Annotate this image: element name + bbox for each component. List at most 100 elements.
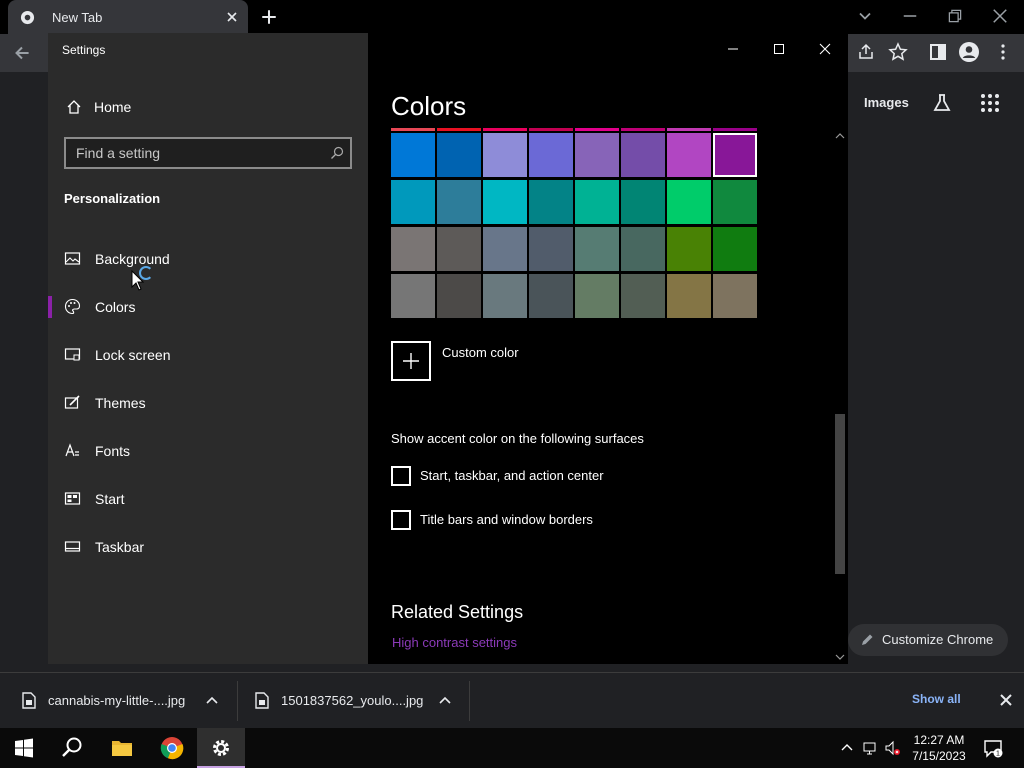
home-nav-item[interactable]: Home [64,95,354,119]
nav-item-colors[interactable]: Colors [48,286,368,326]
accent-color-swatch[interactable] [437,274,481,318]
accent-color-swatch[interactable] [713,133,757,177]
home-icon [67,100,81,114]
notification-count: 1 [996,751,1000,758]
chevron-up-icon[interactable] [438,694,452,708]
chrome-taskbar-button[interactable] [148,728,196,768]
taskbar-clock[interactable]: 12:27 AM 7/15/2023 [908,732,970,764]
accent-color-swatch[interactable] [391,133,435,177]
show-all-button[interactable]: Show all [912,692,961,706]
settings-window: Settings Home Personalization Background… [48,33,848,664]
search-icon[interactable] [330,146,344,160]
settings-minimize-icon[interactable] [725,41,741,57]
scroll-thumb[interactable] [835,414,845,574]
search-input[interactable] [66,139,326,167]
bookmark-star-icon[interactable] [888,42,908,62]
accent-color-swatch[interactable] [713,180,757,224]
accent-color-swatch[interactable] [391,180,435,224]
menu-kebab-icon[interactable] [993,42,1013,62]
start-taskbar-checkbox-label[interactable]: Start, taskbar, and action center [420,468,604,483]
share-icon[interactable] [856,42,876,62]
accent-color-swatch[interactable] [575,133,619,177]
close-window-icon[interactable] [990,6,1010,26]
chevron-up-icon[interactable] [205,694,219,708]
accent-color-swatch[interactable] [529,274,573,318]
accent-color-swatch[interactable] [437,180,481,224]
accent-color-swatch[interactable] [667,227,711,271]
settings-search-box[interactable] [64,137,352,169]
accent-color-swatch[interactable] [391,274,435,318]
custom-color-label[interactable]: Custom color [442,345,519,360]
nav-item-taskbar[interactable]: Taskbar [48,526,368,566]
accent-color-swatch[interactable] [483,274,527,318]
section-title: Personalization [64,191,161,206]
profile-avatar-icon[interactable] [958,41,980,63]
download-item[interactable]: cannabis-my-little-....jpg [22,673,232,729]
side-panel-icon[interactable] [928,42,948,62]
accent-color-swatch[interactable] [437,133,481,177]
accent-color-swatch[interactable] [483,180,527,224]
new-tab-icon[interactable] [260,8,278,26]
show-hidden-icons-icon[interactable] [839,740,855,756]
accent-color-swatch-partial [575,128,619,131]
download-item[interactable]: 1501837562_youlo....jpg [255,673,465,729]
title-bars-checkbox[interactable] [391,510,411,530]
settings-close-icon[interactable] [817,41,833,57]
accent-color-swatch[interactable] [667,133,711,177]
tab-search-icon[interactable] [855,6,875,26]
start-button[interactable] [0,728,48,768]
accent-color-swatch[interactable] [621,227,665,271]
close-download-shelf-icon[interactable] [998,692,1014,708]
accent-color-swatch[interactable] [667,274,711,318]
accent-color-swatch[interactable] [667,180,711,224]
minimize-icon[interactable] [900,6,920,26]
accent-color-swatch[interactable] [621,274,665,318]
action-center-icon[interactable]: 1 [983,738,1003,758]
images-link[interactable]: Images [864,95,909,110]
tab-new-tab[interactable]: New Tab [8,0,248,34]
accent-color-swatch[interactable] [437,227,481,271]
accent-color-swatch[interactable] [713,274,757,318]
scroll-down-icon[interactable] [835,652,845,662]
close-tab-icon[interactable] [224,9,240,25]
nav-item-themes[interactable]: Themes [48,382,368,422]
accent-color-swatch[interactable] [575,180,619,224]
accent-color-swatch[interactable] [713,227,757,271]
settings-taskbar-button[interactable] [197,728,245,768]
scrollbar[interactable] [833,129,847,664]
accent-color-swatch[interactable] [529,227,573,271]
settings-maximize-icon[interactable] [771,41,787,57]
chrome-tab-strip: New Tab [0,0,1024,34]
customize-chrome-label: Customize Chrome [882,632,994,647]
nav-item-background[interactable]: Background [48,238,368,278]
scroll-up-icon[interactable] [835,131,845,141]
title-bars-checkbox-label[interactable]: Title bars and window borders [420,512,593,527]
accent-color-swatch[interactable] [575,227,619,271]
volume-muted-icon[interactable] [884,740,900,756]
windows-taskbar: 12:27 AM 7/15/2023 1 [0,728,1024,768]
customize-chrome-button[interactable]: Customize Chrome [848,624,1008,656]
custom-color-button[interactable] [391,341,431,381]
accent-color-swatch[interactable] [575,274,619,318]
accent-color-swatch[interactable] [529,133,573,177]
high-contrast-link[interactable]: High contrast settings [392,635,517,650]
search-button[interactable] [48,728,96,768]
accent-color-swatch[interactable] [621,133,665,177]
network-icon[interactable] [862,740,878,756]
accent-color-swatch[interactable] [621,180,665,224]
nav-item-start[interactable]: Start [48,478,368,518]
nav-item-fonts[interactable]: Fonts [48,430,368,470]
back-icon[interactable] [11,42,33,64]
clock-time: 12:27 AM [913,733,965,747]
accent-color-swatch[interactable] [391,227,435,271]
taskbar-icon [64,541,81,552]
file-explorer-button[interactable] [98,728,146,768]
nav-item-lock-screen[interactable]: Lock screen [48,334,368,374]
apps-grid-icon[interactable] [979,92,1001,114]
restore-icon[interactable] [945,6,965,26]
accent-color-swatch[interactable] [483,133,527,177]
accent-color-swatch[interactable] [483,227,527,271]
labs-flask-icon[interactable] [931,92,953,114]
start-taskbar-checkbox[interactable] [391,466,411,486]
accent-color-swatch[interactable] [529,180,573,224]
